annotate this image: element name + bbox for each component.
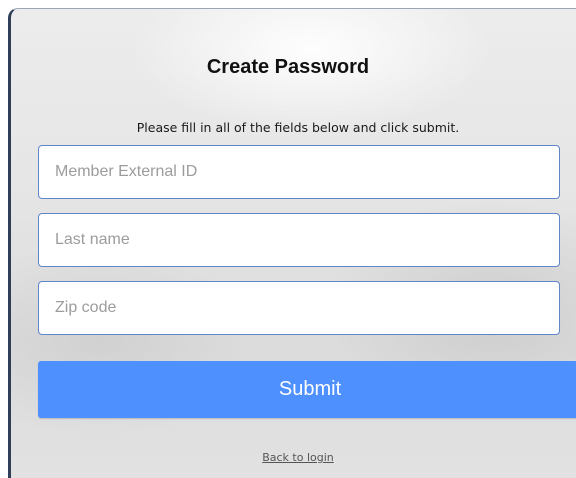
submit-button[interactable]: Submit: [38, 361, 576, 418]
member-external-id-input[interactable]: [38, 145, 560, 199]
zip-code-input[interactable]: [38, 281, 560, 335]
last-name-input[interactable]: [38, 213, 560, 267]
page-title: Create Password: [206, 56, 370, 78]
form-instructions: Please fill in all of the fields below a…: [136, 120, 460, 135]
back-to-login-link[interactable]: Back to login: [0, 451, 576, 464]
create-password-page: Create Password Please fill in all of th…: [0, 0, 576, 478]
